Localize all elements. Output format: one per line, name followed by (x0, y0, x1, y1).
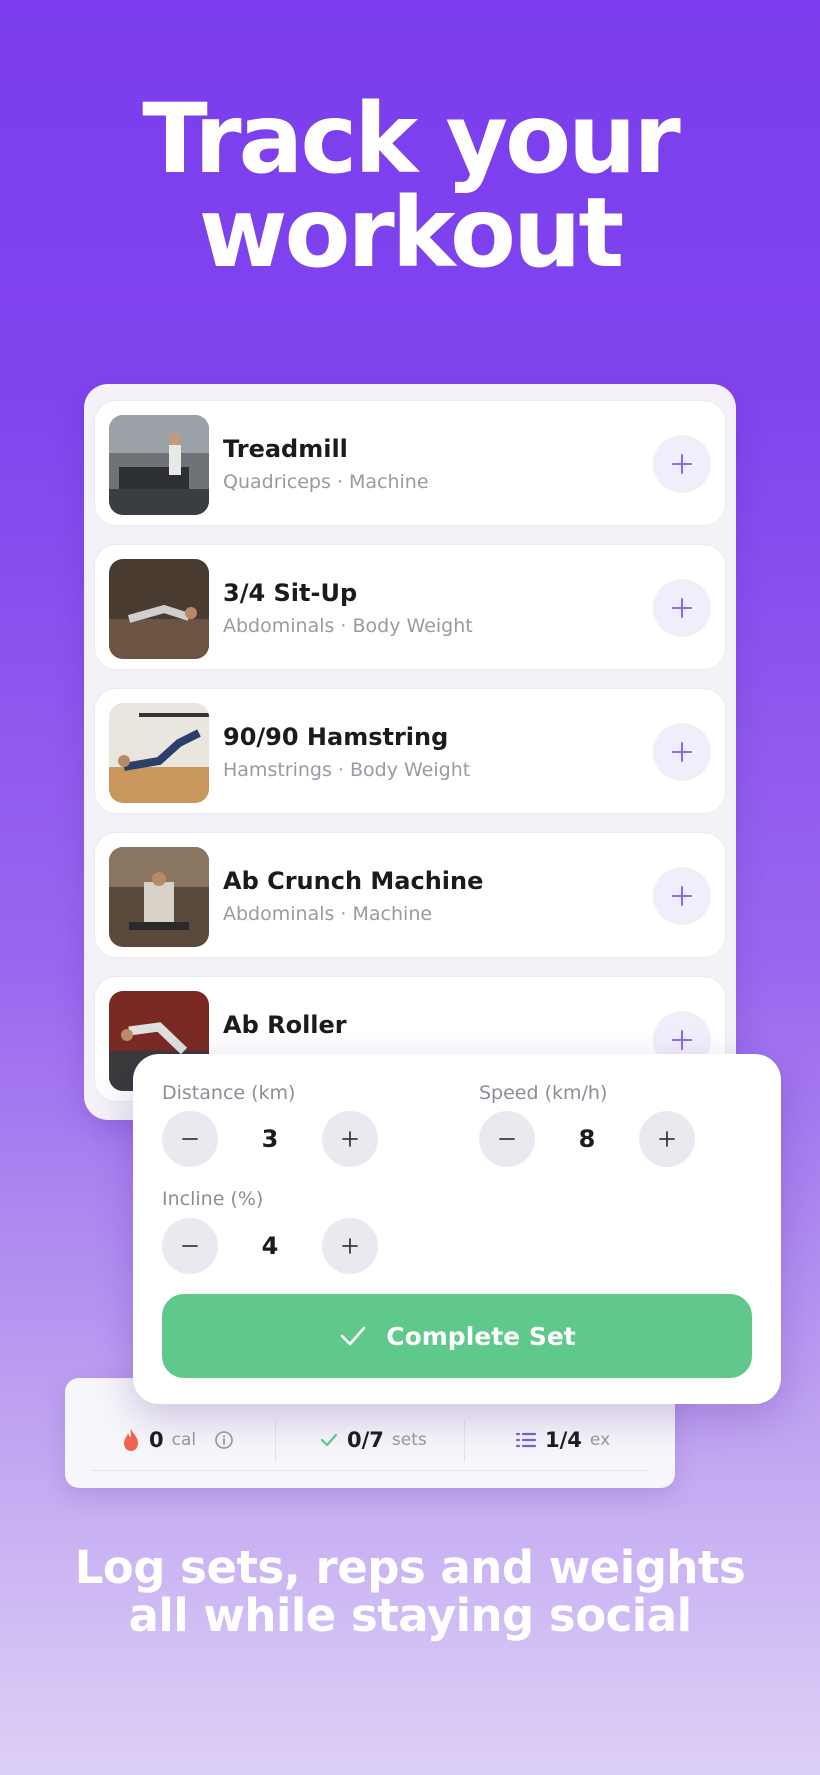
check-icon (340, 1326, 366, 1346)
exercises-unit: ex (589, 1430, 611, 1450)
speed-stepper: 8 (479, 1111, 695, 1167)
exercises-stat: 1/4 ex (515, 1424, 610, 1456)
distance-increment-button[interactable] (322, 1111, 378, 1167)
calories-value: 0 (149, 1428, 164, 1452)
speed-decrement-button[interactable] (479, 1111, 535, 1167)
calories-stat: 0 cal (121, 1424, 234, 1456)
complete-set-button[interactable]: Complete Set (162, 1294, 752, 1378)
stat-divider (464, 1420, 465, 1462)
calories-unit: cal (171, 1430, 197, 1450)
distance-label: Distance (km) (162, 1082, 296, 1104)
distance-stepper: 3 (162, 1111, 378, 1167)
exercise-subtitle: Abdominals · Machine (223, 903, 433, 925)
add-exercise-button[interactable] (653, 579, 711, 637)
hamstring-photo-icon (109, 703, 209, 803)
stat-divider (275, 1420, 276, 1462)
tagline-line-2: all while staying social (128, 1589, 692, 1642)
exercise-list: Treadmill Quadriceps · Machine 3/4 Sit-U… (84, 384, 736, 1120)
ab-crunch-photo-icon (109, 847, 209, 947)
speed-increment-button[interactable] (639, 1111, 695, 1167)
plus-icon (659, 1131, 675, 1147)
add-exercise-button[interactable] (653, 435, 711, 493)
speed-value[interactable]: 8 (535, 1111, 639, 1167)
flame-icon (124, 1429, 138, 1451)
info-icon[interactable] (214, 1430, 234, 1450)
headline-line-2: workout (198, 177, 624, 289)
incline-value[interactable]: 4 (218, 1218, 322, 1274)
set-editor-card: Distance (km) 3 Speed (km/h) 8 Incline (… (133, 1054, 781, 1404)
exercise-thumbnail (109, 559, 209, 659)
speed-label: Speed (km/h) (479, 1082, 608, 1104)
treadmill-photo-icon (109, 415, 209, 515)
list-icon (515, 1432, 537, 1448)
complete-set-label: Complete Set (386, 1321, 576, 1351)
plus-icon (672, 454, 692, 474)
exercise-name: Treadmill (223, 435, 348, 463)
headline-line-1: Track your (142, 83, 680, 195)
tagline: Log sets, reps and weights all while sta… (0, 1544, 820, 1640)
add-exercise-button[interactable] (653, 723, 711, 781)
headline: Track your workout (0, 83, 820, 289)
exercise-name: 90/90 Hamstring (223, 723, 449, 751)
exercise-name: Ab Roller (223, 1011, 347, 1039)
distance-decrement-button[interactable] (162, 1111, 218, 1167)
plus-icon (342, 1131, 358, 1147)
exercise-row[interactable]: 3/4 Sit-Up Abdominals · Body Weight (94, 544, 726, 670)
tagline-line-1: Log sets, reps and weights (74, 1541, 746, 1594)
check-icon (320, 1433, 338, 1447)
exercise-subtitle: Quadriceps · Machine (223, 471, 429, 493)
incline-stepper: 4 (162, 1218, 378, 1274)
sets-stat: 0/7 sets (319, 1424, 427, 1456)
exercises-value: 1/4 (545, 1428, 582, 1452)
plus-icon (672, 598, 692, 618)
exercise-thumbnail (109, 703, 209, 803)
incline-decrement-button[interactable] (162, 1218, 218, 1274)
exercise-subtitle: Abdominals · Body Weight (223, 615, 473, 637)
incline-increment-button[interactable] (322, 1218, 378, 1274)
incline-label: Incline (%) (162, 1188, 264, 1210)
stats-divider (91, 1470, 649, 1471)
sets-unit: sets (391, 1430, 427, 1450)
plus-icon (672, 742, 692, 762)
plus-icon (342, 1238, 358, 1254)
minus-icon (499, 1138, 515, 1140)
minus-icon (182, 1138, 198, 1140)
exercise-name: Ab Crunch Machine (223, 867, 484, 895)
exercise-row[interactable]: Treadmill Quadriceps · Machine (94, 400, 726, 526)
exercise-subtitle: Hamstrings · Body Weight (223, 759, 471, 781)
exercise-row[interactable]: 90/90 Hamstring Hamstrings · Body Weight (94, 688, 726, 814)
exercise-thumbnail (109, 415, 209, 515)
distance-value[interactable]: 3 (218, 1111, 322, 1167)
plus-icon (672, 1030, 692, 1050)
sets-value: 0/7 (347, 1428, 384, 1452)
exercise-thumbnail (109, 847, 209, 947)
plus-icon (672, 886, 692, 906)
minus-icon (182, 1245, 198, 1247)
situp-photo-icon (109, 559, 209, 659)
exercise-row[interactable]: Ab Crunch Machine Abdominals · Machine (94, 832, 726, 958)
exercise-name: 3/4 Sit-Up (223, 579, 358, 607)
add-exercise-button[interactable] (653, 867, 711, 925)
